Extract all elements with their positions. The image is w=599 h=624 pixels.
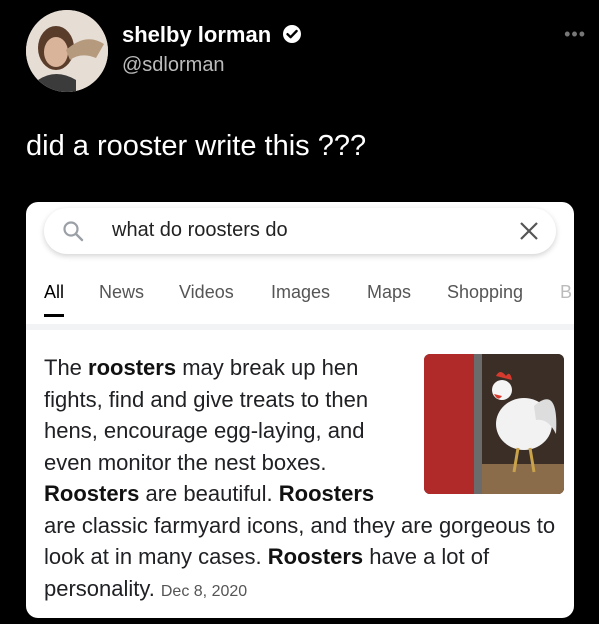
tab-news[interactable]: News <box>99 282 144 303</box>
search-icon <box>63 221 84 242</box>
snippet-bold-term: Roosters <box>44 481 140 506</box>
divider <box>26 324 574 330</box>
tab-maps[interactable]: Maps <box>367 282 411 303</box>
featured-snippet: The roosters may break up hen fights, fi… <box>44 352 564 607</box>
rooster-thumbnail[interactable] <box>424 354 564 494</box>
tweet-text: did a rooster write this ??? <box>26 130 367 162</box>
tab-images[interactable]: Images <box>271 282 330 303</box>
ellipsis-icon[interactable]: ••• <box>564 24 586 45</box>
tab-videos[interactable]: Videos <box>179 282 234 303</box>
active-tab-indicator <box>44 314 64 317</box>
snippet-bold-term: Roosters <box>267 544 364 569</box>
tab-shopping[interactable]: Shopping <box>447 282 523 303</box>
search-tabs: All News Videos Images Maps Shopping B <box>26 272 574 322</box>
snippet-text: are beautiful. <box>139 481 279 506</box>
display-name[interactable]: shelby lorman <box>122 22 271 48</box>
snippet-bold-term: roosters <box>88 355 177 380</box>
close-icon[interactable] <box>516 218 542 244</box>
user-handle[interactable]: @sdlorman <box>122 54 302 77</box>
snippet-date: Dec 8, 2020 <box>160 582 248 600</box>
snippet-text: The <box>44 355 89 380</box>
tweet-header: shelby lorman @sdlorman ••• <box>26 10 586 92</box>
verified-badge-icon <box>282 25 301 43</box>
search-screenshot-card: what do roosters do All News Videos Imag… <box>26 202 574 618</box>
snippet-bold-term: Roosters <box>278 481 375 506</box>
search-query: what do roosters do <box>112 219 288 241</box>
avatar[interactable] <box>26 10 108 92</box>
search-input[interactable]: what do roosters do <box>44 208 556 254</box>
tab-books[interactable]: B <box>560 282 572 303</box>
tab-all[interactable]: All <box>44 282 64 303</box>
